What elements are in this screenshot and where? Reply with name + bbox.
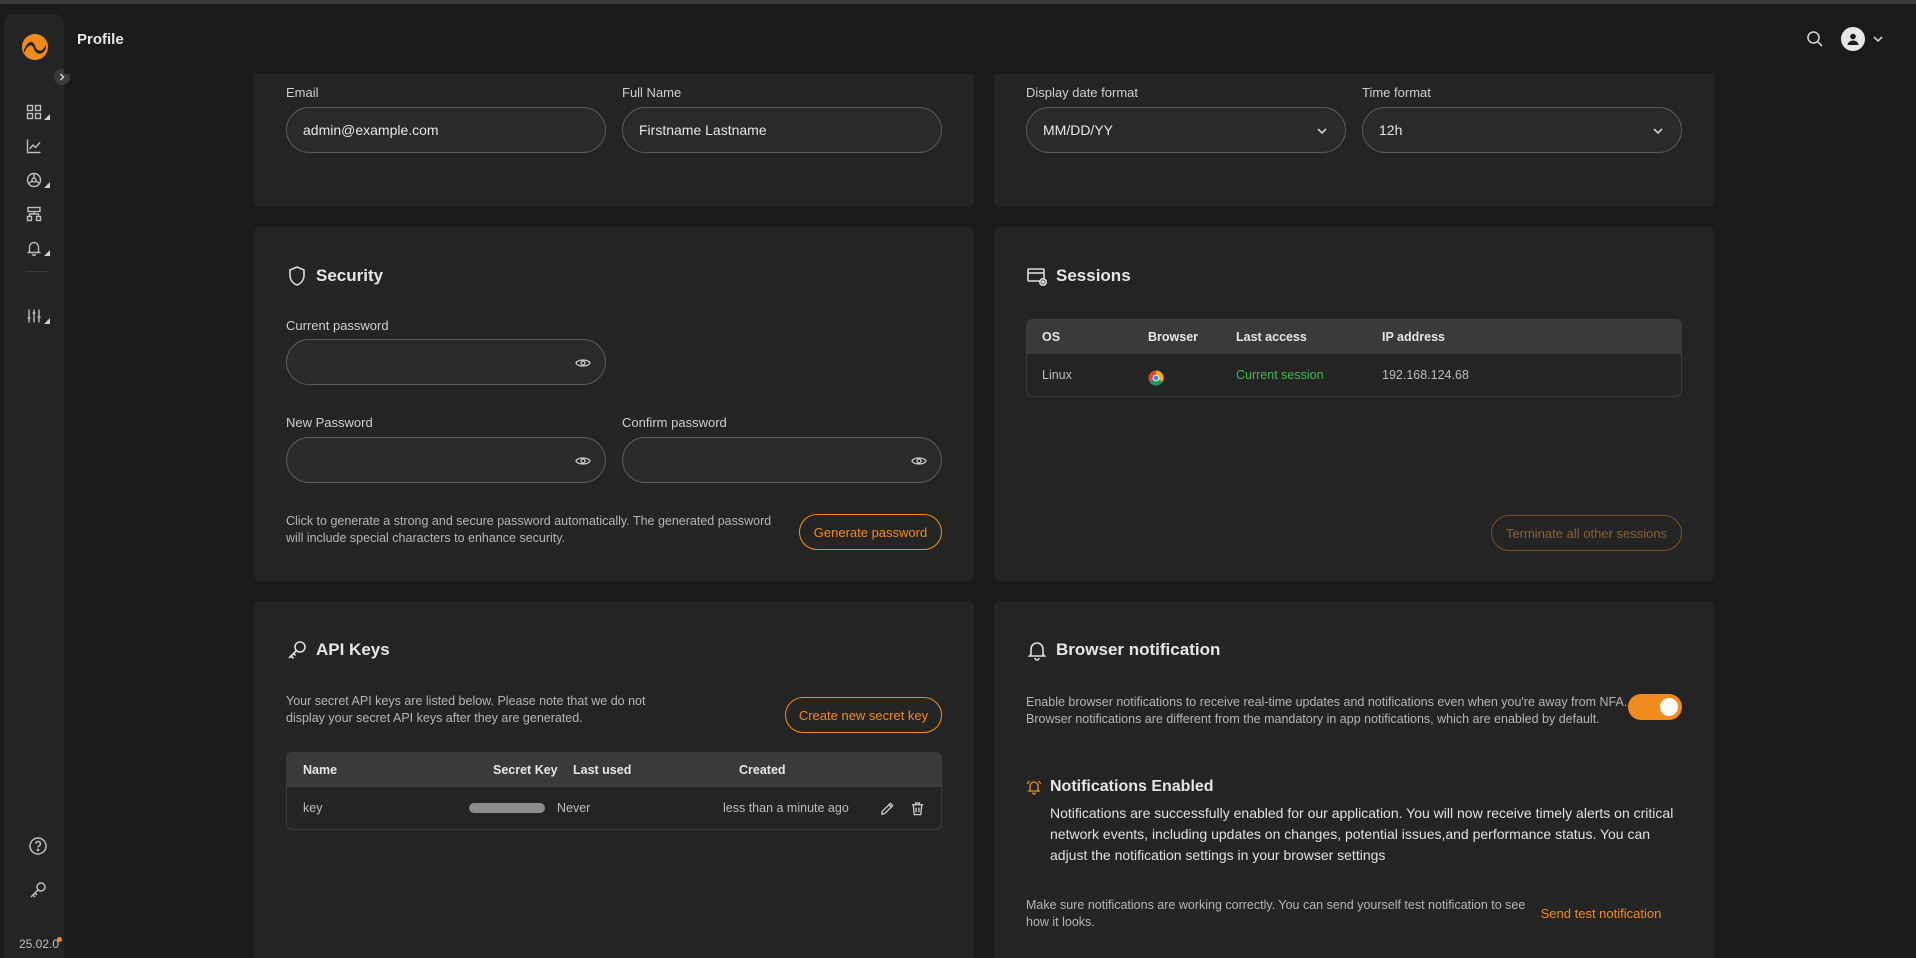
fullname-field[interactable]: Firstname Lastname bbox=[622, 107, 942, 153]
shield-icon bbox=[289, 266, 305, 286]
create-secret-key-button[interactable]: Create new secret key bbox=[785, 697, 942, 733]
help-icon[interactable] bbox=[28, 836, 48, 856]
update-indicator bbox=[57, 937, 62, 942]
new-password-input[interactable] bbox=[286, 437, 606, 483]
api-key-name: key bbox=[303, 801, 323, 815]
column-header: Last used bbox=[573, 763, 632, 777]
api-key-created: less than a minute ago bbox=[723, 801, 849, 815]
sessions-title: Sessions bbox=[1026, 265, 1131, 287]
devices-icon bbox=[1027, 268, 1048, 287]
date-format-label: Display date format bbox=[1026, 85, 1138, 100]
edit-icon[interactable] bbox=[880, 801, 895, 816]
email-label: Email bbox=[286, 85, 319, 100]
dashboard-icon[interactable] bbox=[26, 102, 50, 122]
search-icon[interactable] bbox=[1806, 30, 1824, 48]
notification-description: Enable browser notifications to receive … bbox=[1026, 695, 1628, 726]
session-os: Linux bbox=[1042, 368, 1072, 382]
sessions-title-text: Sessions bbox=[1056, 266, 1131, 285]
account-card: Email admin@example.com Full Name Firstn… bbox=[254, 74, 974, 207]
submenu-indicator bbox=[44, 250, 50, 256]
column-header: Last access bbox=[1236, 330, 1307, 344]
bell-icon[interactable] bbox=[26, 238, 50, 258]
column-header: IP address bbox=[1382, 330, 1446, 344]
sidebar-divider bbox=[26, 271, 48, 272]
page-title: Profile bbox=[77, 31, 124, 48]
date-format-value: MM/DD/YY bbox=[1043, 122, 1113, 138]
send-test-notification-button[interactable]: Send test notification bbox=[1521, 906, 1681, 921]
generate-password-help: Click to generate a strong and secure pa… bbox=[286, 514, 772, 545]
submenu-indicator bbox=[44, 114, 50, 120]
browser-notification-toggle[interactable] bbox=[1628, 694, 1682, 720]
topology-icon[interactable] bbox=[26, 204, 50, 224]
eye-icon[interactable] bbox=[575, 355, 591, 371]
time-format-value: 12h bbox=[1379, 122, 1403, 138]
api-keys-card: API Keys Your secret API keys are listed… bbox=[254, 601, 974, 958]
key-icon bbox=[288, 641, 306, 660]
toggle-knob bbox=[1660, 698, 1678, 716]
test-notification-help: Make sure notifications are working corr… bbox=[1026, 898, 1526, 929]
chrome-icon bbox=[1148, 370, 1164, 386]
secret-key-mask bbox=[469, 803, 545, 813]
generate-password-button[interactable]: Generate password bbox=[799, 514, 942, 550]
fullname-label: Full Name bbox=[622, 85, 682, 100]
top-header bbox=[64, 4, 1916, 74]
sessions-card: Sessions OS Browser Last access IP addre… bbox=[994, 227, 1714, 581]
session-ip: 192.168.124.68 bbox=[1382, 368, 1469, 382]
chevron-down-icon bbox=[1317, 128, 1327, 135]
chevron-down-icon[interactable] bbox=[1871, 32, 1885, 46]
user-icon bbox=[1847, 33, 1859, 45]
column-header: OS bbox=[1042, 330, 1061, 344]
confirm-password-label: Confirm password bbox=[622, 415, 727, 430]
sliders-icon[interactable] bbox=[26, 306, 50, 326]
notifications-enabled-title: Notifications Enabled bbox=[1050, 778, 1214, 795]
date-format-select[interactable]: MM/DD/YY bbox=[1026, 107, 1346, 153]
eye-icon[interactable] bbox=[575, 453, 591, 469]
bell-icon bbox=[1027, 642, 1047, 661]
new-password-label: New Password bbox=[286, 415, 373, 430]
browser-notification-title-text: Browser notification bbox=[1056, 640, 1221, 659]
security-card: Security Current password New Password C… bbox=[254, 227, 974, 581]
api-keys-table: Name Secret Key Last used Created key Ne… bbox=[286, 752, 942, 830]
time-format-select[interactable]: 12h bbox=[1362, 107, 1682, 153]
sessions-table: OS Browser Last access IP address Linux … bbox=[1026, 319, 1682, 397]
email-field[interactable]: admin@example.com bbox=[286, 107, 606, 153]
eye-icon[interactable] bbox=[911, 453, 927, 469]
app-version: 25.02.0 bbox=[19, 937, 60, 951]
session-last-access: Current session bbox=[1236, 368, 1324, 382]
api-key-last-used: Never bbox=[557, 801, 591, 815]
sessions-table-header: OS Browser Last access IP address bbox=[1027, 320, 1681, 354]
current-password-input[interactable] bbox=[286, 339, 606, 385]
column-header: Browser bbox=[1148, 330, 1199, 344]
time-format-label: Time format bbox=[1362, 85, 1431, 100]
submenu-indicator bbox=[44, 318, 50, 324]
terminate-sessions-button[interactable]: Terminate all other sessions bbox=[1491, 515, 1682, 551]
user-avatar[interactable] bbox=[1841, 27, 1865, 51]
notifications-enabled-text: Notifications are successfully enabled f… bbox=[1050, 805, 1674, 863]
api-keys-title-text: API Keys bbox=[316, 640, 390, 659]
chevron-down-icon bbox=[1653, 128, 1663, 135]
preferences-card: Display date format MM/DD/YY Time format… bbox=[994, 74, 1714, 207]
confirm-password-input[interactable] bbox=[622, 437, 942, 483]
column-header: Name bbox=[303, 763, 338, 777]
security-title-text: Security bbox=[316, 266, 384, 285]
submenu-indicator bbox=[44, 182, 50, 188]
sidebar: 25.02.0 bbox=[4, 14, 64, 958]
security-title: Security bbox=[286, 265, 383, 287]
network-icon[interactable] bbox=[26, 170, 50, 190]
current-password-label: Current password bbox=[286, 318, 389, 333]
key-icon[interactable] bbox=[28, 880, 48, 900]
column-header: Secret Key bbox=[493, 763, 558, 777]
chart-line-icon[interactable] bbox=[26, 136, 50, 156]
browser-notification-title: Browser notification bbox=[1026, 639, 1220, 661]
api-keys-title: API Keys bbox=[286, 639, 390, 661]
bell-ring-icon bbox=[1026, 780, 1042, 795]
app-logo[interactable] bbox=[21, 33, 49, 61]
trash-icon[interactable] bbox=[910, 801, 925, 816]
api-keys-help: Your secret API keys are listed below. P… bbox=[286, 694, 646, 725]
column-header: Created bbox=[739, 763, 786, 777]
api-keys-table-header: Name Secret Key Last used Created bbox=[287, 753, 941, 787]
